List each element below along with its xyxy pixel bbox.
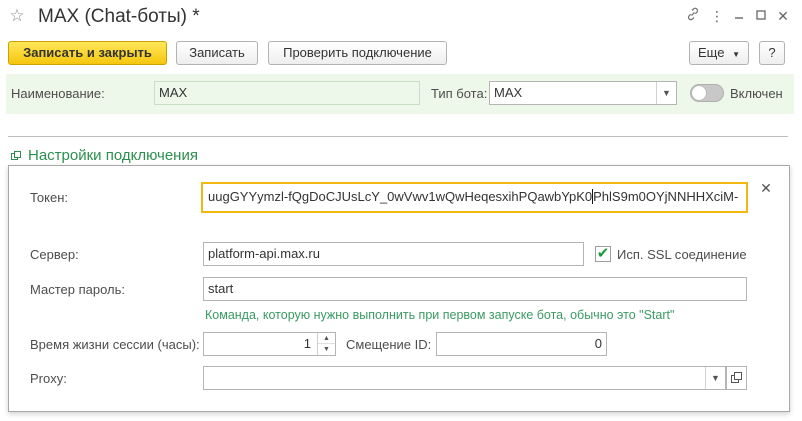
save-and-close-button[interactable]: Записать и закрыть [8,41,167,65]
enabled-toggle[interactable] [690,84,724,102]
token-input[interactable]: uugGYYymzl-fQgDoCJUsLcY_0wVwv1wQwHeqesxi… [201,182,748,213]
more-button[interactable]: Еще ▼ [689,41,749,65]
session-lifetime-input[interactable]: 1 ▲ ▼ [203,332,336,356]
master-password-label: Мастер пароль: [30,282,125,297]
open-icon [731,372,742,383]
help-button[interactable]: ? [759,41,785,65]
open-proxy-button[interactable] [726,366,747,390]
more-button-label: Еще [698,45,725,60]
session-lifetime-label: Время жизни сессии (часы): [30,337,200,352]
proxy-label: Proxy: [30,371,67,386]
divider [8,136,788,137]
window-close-icon[interactable]: ✕ [773,6,793,26]
link-icon[interactable] [683,6,703,26]
bot-type-label: Тип бота: [431,86,488,101]
enabled-label: Включен [730,86,783,101]
id-offset-input[interactable]: 0 [436,332,607,356]
chevron-down-icon[interactable]: ▼ [705,367,725,389]
bot-type-value: MAX [494,85,523,100]
chevron-down-icon[interactable]: ▼ [656,82,676,104]
token-text-before: uugGYYymzl-fQgDoCJUsLcY_0wVwv1wQwHeqesxi… [208,189,593,204]
server-input[interactable]: platform-api.max.ru [203,242,584,266]
star-icon[interactable]: ☆ [8,6,26,26]
more-icon[interactable]: ⋮ [707,6,727,26]
bot-type-select[interactable]: MAX ▼ [489,81,677,105]
stepper-up-icon[interactable]: ▲ [318,333,335,344]
session-lifetime-value: 1 [303,336,311,351]
dropdown-arrow-icon: ▼ [732,50,740,59]
ssl-label: Исп. SSL соединение [617,247,747,262]
token-text-after: PhlS9m0OYjNNHHXciM- [593,189,739,204]
proxy-select[interactable]: ▼ [203,366,726,390]
connection-settings-title[interactable]: Настройки подключения [28,146,198,166]
stepper-down-icon[interactable]: ▼ [318,344,335,355]
close-icon[interactable]: ✕ [758,180,774,196]
ssl-checkbox[interactable]: ✔ [595,246,611,262]
toggle-knob [692,86,706,100]
name-field[interactable]: MAX [154,81,420,105]
server-label: Сервер: [30,247,79,262]
session-stepper[interactable]: ▲ ▼ [317,333,335,355]
id-offset-label: Смещение ID: [346,337,432,352]
check-connection-button[interactable]: Проверить подключение [268,41,447,65]
name-label: Наименование: [11,86,105,101]
maximize-icon[interactable] [751,6,771,26]
minimize-icon[interactable] [729,6,749,26]
master-password-input[interactable]: start [203,277,747,301]
collapse-group-icon[interactable] [11,151,21,161]
save-button[interactable]: Записать [176,41,258,65]
window-title: MAX (Chat-боты) * [38,6,200,27]
master-password-hint: Команда, которую нужно выполнить при пер… [205,308,675,322]
token-label: Токен: [30,190,69,205]
